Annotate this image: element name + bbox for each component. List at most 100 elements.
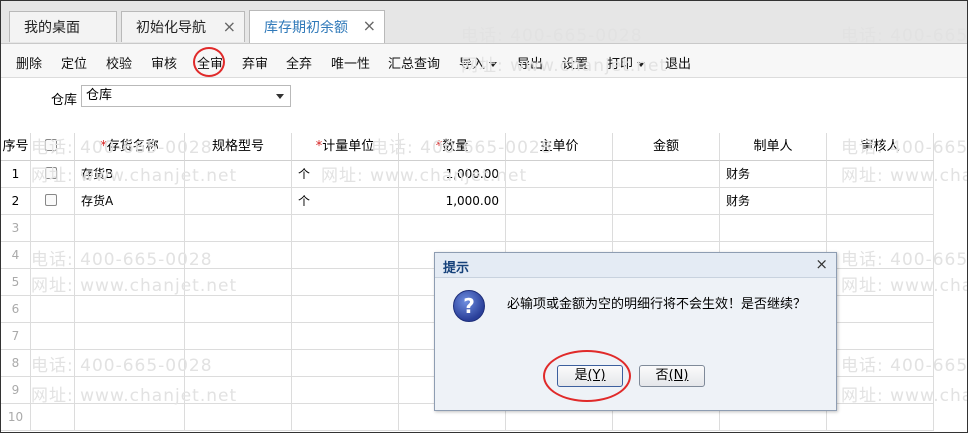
grid-cell[interactable] xyxy=(31,404,75,431)
grid-cell[interactable] xyxy=(292,323,399,350)
audit-all-button[interactable]: 全审 xyxy=(197,53,223,72)
column-label: 数量 xyxy=(442,139,469,154)
column-header-select[interactable] xyxy=(31,133,75,161)
print-menu-button[interactable]: 打印 xyxy=(607,53,646,72)
grid-cell[interactable] xyxy=(75,377,185,404)
cell-unit-price[interactable] xyxy=(506,188,613,215)
grid-cell[interactable] xyxy=(185,215,292,242)
cell-unit-price[interactable] xyxy=(506,161,613,188)
grid-cell[interactable] xyxy=(827,215,934,242)
grid-cell[interactable] xyxy=(75,323,185,350)
grid-cell[interactable] xyxy=(292,404,399,431)
settings-button[interactable]: 设置 xyxy=(562,53,588,72)
yes-button[interactable]: 是(Y) xyxy=(557,365,623,387)
uniqueness-button[interactable]: 唯一性 xyxy=(331,53,370,72)
tab-inventory-opening-balance[interactable]: 库存期初余额 × xyxy=(249,10,385,43)
summary-query-button[interactable]: 汇总查询 xyxy=(388,53,440,72)
cell-item-name[interactable]: 存货B xyxy=(75,161,185,188)
tab-label: 初始化导航 xyxy=(136,20,206,36)
no-button[interactable]: 否(N) xyxy=(639,365,705,387)
locate-button[interactable]: 定位 xyxy=(61,53,87,72)
grid-cell[interactable] xyxy=(399,215,506,242)
warehouse-value: 仓库 xyxy=(86,88,113,103)
grid-cell[interactable] xyxy=(185,350,292,377)
grid-cell[interactable] xyxy=(185,269,292,296)
grid-cell[interactable] xyxy=(720,215,827,242)
grid-cell[interactable] xyxy=(292,215,399,242)
grid-cell[interactable] xyxy=(185,404,292,431)
close-icon[interactable]: × xyxy=(815,255,828,273)
audit-button[interactable]: 审核 xyxy=(151,53,177,72)
tab-init-navigation[interactable]: 初始化导航 × xyxy=(121,11,245,42)
column-header-item-name: *存货名称 xyxy=(75,133,185,161)
grid-cell[interactable] xyxy=(75,404,185,431)
grid-cell[interactable] xyxy=(31,296,75,323)
cell-spec[interactable] xyxy=(185,188,292,215)
grid-cell[interactable] xyxy=(185,296,292,323)
cell-amount[interactable] xyxy=(613,188,720,215)
tab-my-desktop[interactable]: 我的桌面 xyxy=(9,11,117,42)
grid-cell[interactable] xyxy=(31,215,75,242)
unaudit-button[interactable]: 弃审 xyxy=(242,53,268,72)
grid-cell[interactable] xyxy=(75,242,185,269)
delete-button[interactable]: 删除 xyxy=(16,53,42,72)
grid-cell[interactable] xyxy=(613,215,720,242)
grid-cell[interactable] xyxy=(75,350,185,377)
select-all-checkbox[interactable] xyxy=(45,139,57,151)
grid-cell[interactable] xyxy=(506,215,613,242)
close-icon[interactable]: × xyxy=(363,18,376,34)
grid-cell[interactable] xyxy=(185,242,292,269)
grid-cell[interactable] xyxy=(292,296,399,323)
row-select-cell[interactable] xyxy=(31,188,75,215)
cell-quantity[interactable]: 1,000.00 xyxy=(399,188,506,215)
column-label: 存货名称 xyxy=(106,139,159,154)
grid-cell[interactable] xyxy=(31,377,75,404)
grid-cell[interactable] xyxy=(827,404,934,431)
cell-quantity[interactable]: 1,000.00 xyxy=(399,161,506,188)
cell-spec[interactable] xyxy=(185,161,292,188)
grid-cell[interactable] xyxy=(185,377,292,404)
unaudit-all-button[interactable]: 全弃 xyxy=(286,53,312,72)
cell-maker: 财务 xyxy=(720,161,827,188)
export-button[interactable]: 导出 xyxy=(517,53,543,72)
yes-accesskey: (Y) xyxy=(587,368,606,383)
row-seq: 8 xyxy=(1,350,31,377)
grid-cell[interactable] xyxy=(31,242,75,269)
cell-unit[interactable]: 个 xyxy=(292,188,399,215)
grid-cell[interactable] xyxy=(292,269,399,296)
grid-cell[interactable] xyxy=(827,323,934,350)
grid-cell[interactable] xyxy=(827,269,934,296)
close-icon[interactable]: × xyxy=(223,19,236,35)
cell-unit[interactable]: 个 xyxy=(292,161,399,188)
column-header-quantity: *数量 xyxy=(399,133,506,161)
grid-cell[interactable] xyxy=(827,377,934,404)
no-label: 否 xyxy=(655,368,669,383)
grid-cell[interactable] xyxy=(31,323,75,350)
grid-cell[interactable] xyxy=(75,269,185,296)
grid-cell[interactable] xyxy=(292,242,399,269)
grid-cell[interactable] xyxy=(75,215,185,242)
grid-cell[interactable] xyxy=(185,323,292,350)
grid-cell[interactable] xyxy=(292,377,399,404)
cell-item-name[interactable]: 存货A xyxy=(75,188,185,215)
dialog-title-bar[interactable]: 提示 × xyxy=(435,253,836,278)
warehouse-select[interactable]: 仓库 xyxy=(81,85,291,107)
cell-amount[interactable] xyxy=(613,161,720,188)
chevron-down-icon[interactable] xyxy=(276,94,284,99)
row-select-cell[interactable] xyxy=(31,161,75,188)
row-seq: 3 xyxy=(1,215,31,242)
grid-cell[interactable] xyxy=(31,269,75,296)
grid-cell[interactable] xyxy=(31,350,75,377)
grid-cell[interactable] xyxy=(75,296,185,323)
row-checkbox[interactable] xyxy=(45,194,57,206)
grid-cell[interactable] xyxy=(827,296,934,323)
exit-button[interactable]: 退出 xyxy=(665,53,691,72)
grid-cell[interactable] xyxy=(827,242,934,269)
row-seq: 4 xyxy=(1,242,31,269)
grid-cell[interactable] xyxy=(292,350,399,377)
row-checkbox[interactable] xyxy=(45,167,57,179)
column-header-maker: 制单人 xyxy=(720,133,827,161)
grid-cell[interactable] xyxy=(827,350,934,377)
verify-button[interactable]: 校验 xyxy=(106,53,132,72)
import-menu-button[interactable]: 导入 xyxy=(459,53,498,72)
